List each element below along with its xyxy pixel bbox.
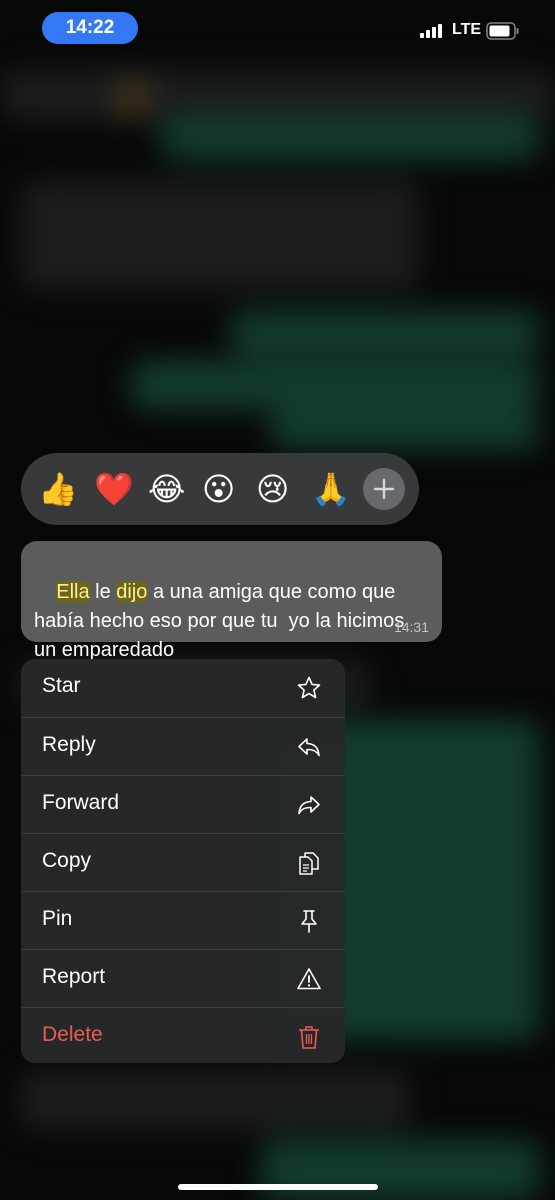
menu-item-star[interactable]: Star: [21, 659, 345, 717]
warning-icon: [297, 968, 321, 990]
status-time: 14:22: [42, 12, 138, 44]
menu-item-reply[interactable]: Reply: [21, 717, 345, 775]
reaction-thumbs-up[interactable]: 👍: [38, 469, 78, 509]
network-label: LTE: [452, 21, 482, 38]
more-reactions-button[interactable]: [363, 468, 405, 510]
highlighted-word: dijo: [116, 581, 148, 603]
signal-icon: [420, 24, 442, 38]
star-icon: [297, 676, 321, 699]
forward-icon: [298, 796, 320, 815]
home-indicator[interactable]: [178, 1184, 378, 1190]
reaction-crying[interactable]: 😢: [256, 469, 289, 509]
message-context-menu: Star Reply Forward Copy Pin Report Delet…: [21, 659, 345, 1063]
menu-item-pin[interactable]: Pin: [21, 891, 345, 949]
highlighted-word: Ella: [56, 581, 90, 603]
menu-item-forward[interactable]: Forward: [21, 775, 345, 833]
reaction-bar: 👍 ❤️ 😂 😮 😢 🙏: [21, 453, 419, 525]
reaction-pray[interactable]: 🙏: [311, 469, 351, 509]
reaction-heart[interactable]: ❤️: [94, 469, 134, 509]
status-bar: 14:22 LTE: [0, 0, 555, 56]
trash-icon: [299, 1026, 319, 1049]
menu-item-copy[interactable]: Copy: [21, 833, 345, 891]
menu-item-delete[interactable]: Delete: [21, 1007, 345, 1063]
message-bubble[interactable]: Ella le dijo a una amiga que como que ha…: [21, 541, 442, 661]
reaction-surprised[interactable]: 😮: [202, 469, 235, 509]
reaction-laughing[interactable]: 😂: [148, 469, 185, 509]
plus-icon: [373, 478, 395, 500]
reply-icon: [298, 738, 320, 757]
battery-icon: [486, 22, 519, 40]
copy-icon: [299, 852, 319, 875]
message-timestamp: 14:31: [393, 619, 429, 635]
pin-icon: [301, 910, 317, 933]
menu-item-report[interactable]: Report: [21, 949, 345, 1007]
